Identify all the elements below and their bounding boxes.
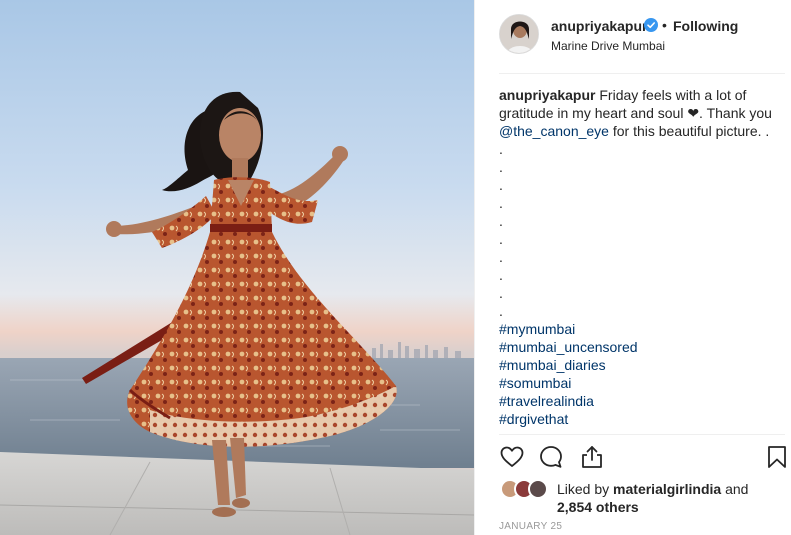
caption-dot-line: . bbox=[499, 159, 503, 175]
following-button[interactable]: Following bbox=[673, 18, 738, 34]
caption-dot-line: . bbox=[499, 303, 503, 319]
post-header: anupriyakapur • Following Marine Drive M… bbox=[499, 14, 789, 58]
hashtag-list: #mymumbai #mumbai_uncensored #mumbai_dia… bbox=[499, 320, 785, 428]
caption-dot-line: . bbox=[499, 285, 503, 301]
profile-avatar[interactable] bbox=[499, 14, 539, 54]
hashtag-link[interactable]: #mymumbai bbox=[499, 320, 785, 338]
hashtag-link[interactable]: #mumbai_uncensored bbox=[499, 338, 785, 356]
caption-dot-line: . bbox=[499, 195, 503, 211]
caption-dot-line: . bbox=[499, 249, 503, 265]
post-date[interactable]: JANUARY 25 bbox=[499, 521, 562, 532]
likes-middle: and bbox=[721, 481, 749, 497]
share-upload-icon[interactable] bbox=[579, 444, 605, 470]
skyline bbox=[372, 342, 461, 360]
caption-text-after: for this beautiful picture. . bbox=[608, 123, 770, 139]
post-location[interactable]: Marine Drive Mumbai bbox=[551, 39, 665, 53]
bookmark-icon[interactable] bbox=[764, 444, 790, 470]
likes-summary: Liked by materialgirlindia and 2,854 oth… bbox=[499, 477, 789, 517]
likes-others-count[interactable]: 2,854 others bbox=[557, 499, 639, 515]
hashtag-link[interactable]: #travelrealindia bbox=[499, 392, 785, 410]
post-sidebar: anupriyakapur • Following Marine Drive M… bbox=[474, 0, 791, 535]
hashtag-link[interactable]: #mumbai_diaries bbox=[499, 356, 785, 374]
actions-divider bbox=[499, 434, 785, 435]
heart-outline-icon[interactable] bbox=[499, 444, 525, 470]
header-divider bbox=[499, 73, 785, 74]
caption-mention-link[interactable]: @the_canon_eye bbox=[499, 123, 609, 139]
caption-dot-lines: . . . . . . . . . . bbox=[499, 140, 785, 320]
caption-dot-line: . bbox=[499, 213, 503, 229]
comment-bubble-icon[interactable] bbox=[538, 444, 564, 470]
photo-illustration bbox=[0, 91, 474, 535]
action-bar bbox=[499, 444, 789, 472]
hashtag-link[interactable]: #somumbai bbox=[499, 374, 785, 392]
post-photo[interactable] bbox=[0, 0, 474, 535]
liker-avatar bbox=[528, 479, 548, 499]
likes-prefix: Liked by bbox=[557, 481, 614, 497]
caption-dot-line: . bbox=[499, 141, 503, 157]
caption-dot-line: . bbox=[499, 177, 503, 193]
post-username[interactable]: anupriyakapur bbox=[551, 18, 647, 34]
follow-separator: • bbox=[662, 17, 667, 33]
likes-text: Liked by materialgirlindia and 2,854 oth… bbox=[557, 480, 787, 516]
liker-username[interactable]: materialgirlindia bbox=[613, 481, 721, 497]
caption-paragraph: anupriyakapur Friday feels with a lot of… bbox=[499, 86, 785, 140]
verified-badge-icon bbox=[644, 18, 658, 32]
caption-dot-line: . bbox=[499, 231, 503, 247]
caption-dot-line: . bbox=[499, 267, 503, 283]
caption-username[interactable]: anupriyakapur bbox=[499, 87, 595, 103]
liker-avatar-stack[interactable] bbox=[500, 479, 552, 501]
hashtag-link[interactable]: #drgivethat bbox=[499, 410, 785, 428]
caption-area[interactable]: anupriyakapur Friday feels with a lot of… bbox=[499, 86, 785, 432]
